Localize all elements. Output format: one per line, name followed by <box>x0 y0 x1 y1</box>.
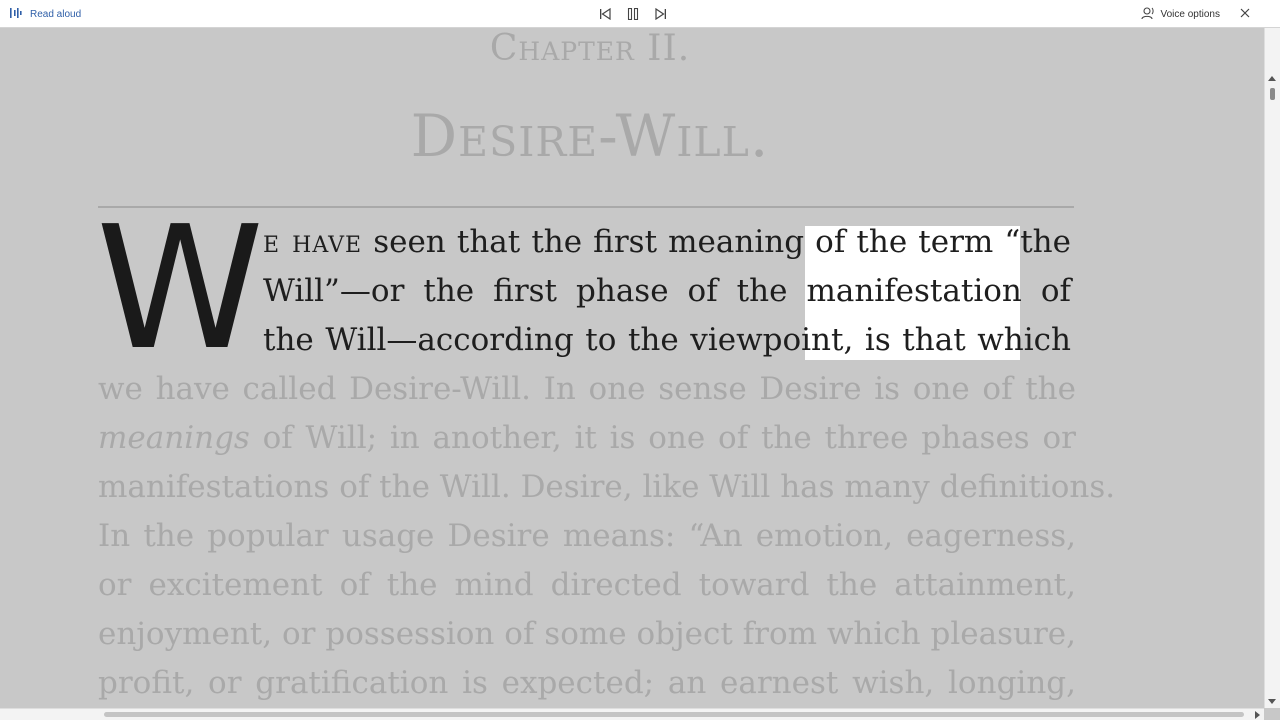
paragraph-line: profit, or gratification is expected; an… <box>98 659 1076 708</box>
chapter-heading: Chapter II. <box>489 28 691 69</box>
line-text: of Will; in another, it is one of the th… <box>249 420 1076 456</box>
line-text: Will”—or the first phase of the manifest… <box>263 273 1071 309</box>
horizontal-scrollbar[interactable] <box>0 708 1264 720</box>
line-text: seen that the first meaning of the term … <box>362 224 1071 260</box>
voice-options-button[interactable]: Voice options <box>1140 6 1221 23</box>
scroll-up-arrow-icon[interactable] <box>1268 76 1276 81</box>
read-aloud-toolbar: Read aloud Voice options <box>0 0 1280 28</box>
previous-paragraph-button[interactable] <box>596 5 614 23</box>
line-text: enjoyment, or possession of some object … <box>98 616 1076 652</box>
scroll-right-arrow-icon[interactable] <box>1255 711 1260 719</box>
next-paragraph-button[interactable] <box>652 5 670 23</box>
paragraph-line: manifestations of the Will. Desire, like… <box>98 463 1115 512</box>
paragraph-line: enjoyment, or possession of some object … <box>98 610 1076 659</box>
toolbar-right: Voice options <box>1140 0 1255 28</box>
chapter-title: Desire-Will. <box>410 102 770 170</box>
small-caps-lead: e have <box>263 224 363 260</box>
line-text: manifestations of the Will. Desire, like… <box>98 469 1116 505</box>
read-aloud-label: Read aloud <box>30 8 82 20</box>
drop-cap: W <box>96 190 265 388</box>
line-text: or excitement of the mind directed towar… <box>98 567 1076 603</box>
voice-options-label: Voice options <box>1160 8 1221 20</box>
pause-button[interactable] <box>624 5 642 23</box>
document-viewport[interactable]: Chapter II. Desire-Will. W e have seen t… <box>0 28 1264 708</box>
line-text: In the popular usage Desire means: “An e… <box>98 518 1076 554</box>
read-aloud-icon <box>10 7 22 22</box>
paragraph-line: or excitement of the mind directed towar… <box>98 561 1076 610</box>
paragraph-line: e have seen that the first meaning of th… <box>263 218 1071 267</box>
paragraph-line: meanings of Will; in another, it is one … <box>98 414 1076 463</box>
close-read-aloud-button[interactable] <box>1236 5 1254 23</box>
skip-previous-icon <box>599 5 611 24</box>
vertical-scroll-thumb[interactable] <box>1270 88 1275 100</box>
line-text: the Will—according to the viewpoint, is … <box>263 322 1071 358</box>
close-icon <box>1240 8 1250 21</box>
paragraph-line: we have called Desire-Will. In one sense… <box>98 365 1076 414</box>
scroll-down-arrow-icon[interactable] <box>1268 699 1276 704</box>
italic-word: meanings <box>98 420 250 456</box>
horizontal-scroll-thumb[interactable] <box>104 712 1244 717</box>
paragraph-line: In the popular usage Desire means: “An e… <box>98 512 1076 561</box>
pause-icon <box>627 5 639 24</box>
read-aloud-button[interactable]: Read aloud <box>10 0 81 28</box>
skip-next-icon <box>655 5 667 24</box>
line-text: we have called Desire-Will. In one sense… <box>98 371 1076 407</box>
line-text: profit, or gratification is expected; an… <box>98 665 1076 701</box>
paragraph-line: the Will—according to the viewpoint, is … <box>263 316 1071 365</box>
voice-options-icon <box>1140 6 1155 23</box>
playback-controls <box>596 0 670 28</box>
paragraph-line: Will”—or the first phase of the manifest… <box>263 267 1071 316</box>
vertical-scrollbar[interactable] <box>1264 28 1280 708</box>
